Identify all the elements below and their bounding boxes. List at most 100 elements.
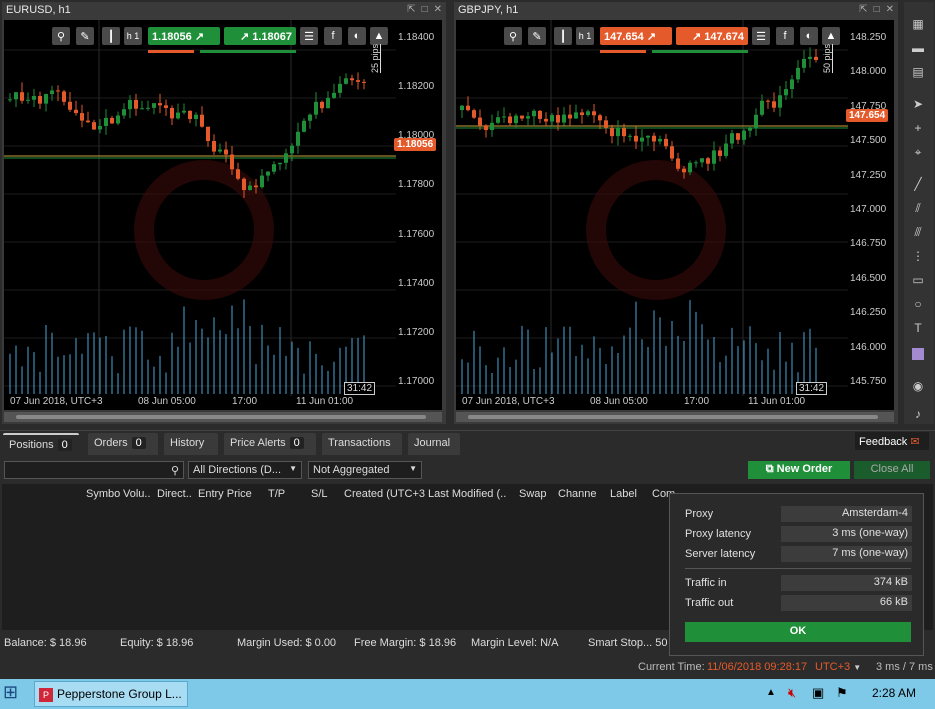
new-order-button[interactable]: ⧉ New Order bbox=[748, 461, 850, 479]
candlestick-chart[interactable] bbox=[456, 20, 848, 396]
column-header[interactable]: Volu.. bbox=[123, 488, 151, 500]
layout-grid-icon[interactable]: ▦ bbox=[908, 14, 928, 34]
layout-single-icon[interactable]: ▬ bbox=[908, 38, 928, 58]
time-axis-label: 11 Jun 01:00 bbox=[748, 396, 806, 407]
candlestick-type-icon[interactable]: ┃ bbox=[102, 27, 120, 45]
social-icon[interactable]: f bbox=[776, 27, 794, 45]
candle-body bbox=[98, 125, 102, 130]
tab-count: 0 bbox=[57, 439, 72, 451]
price-axis bbox=[396, 20, 442, 396]
chart-settings-icon[interactable]: ✎ bbox=[76, 27, 94, 45]
search-input[interactable]: ⚲ bbox=[4, 461, 184, 479]
candle-body bbox=[712, 150, 716, 164]
tray-expand-icon[interactable]: ▲ bbox=[766, 687, 776, 698]
candlestick-chart[interactable] bbox=[4, 20, 396, 396]
trendline-icon[interactable]: ╱ bbox=[908, 174, 928, 194]
aggregation-select[interactable]: Not Aggregated ▼ bbox=[308, 461, 422, 479]
levels-icon[interactable]: ⋮ bbox=[908, 246, 928, 266]
tab-transactions[interactable]: Transactions bbox=[322, 433, 402, 455]
tab-orders[interactable]: Orders 0 bbox=[88, 433, 158, 455]
channel-icon[interactable]: ⫻ bbox=[908, 222, 928, 242]
sell-price-button[interactable]: 1.18056 ↗ bbox=[148, 27, 220, 45]
candle-body bbox=[814, 56, 818, 60]
list-icon[interactable]: ☰ bbox=[300, 27, 318, 45]
text-icon[interactable]: T bbox=[908, 318, 928, 338]
zoom-icon[interactable]: ⚲ bbox=[504, 27, 522, 45]
column-header[interactable]: S/L bbox=[311, 488, 328, 500]
taskbar-app-button[interactable]: P Pepperstone Group L... bbox=[34, 681, 188, 707]
sell-price-button[interactable]: 147.654 ↗ bbox=[600, 27, 672, 45]
close-icon[interactable]: ✕ bbox=[434, 4, 442, 15]
chart-plot[interactable] bbox=[4, 20, 396, 396]
candle-body bbox=[62, 91, 66, 102]
chart-plot[interactable] bbox=[456, 20, 848, 396]
list-icon[interactable]: ☰ bbox=[752, 27, 770, 45]
detach-icon[interactable]: ⇱ bbox=[407, 4, 415, 15]
candlestick-type-icon[interactable]: ┃ bbox=[554, 27, 572, 45]
zoom-crosshair-icon[interactable]: ⌖ bbox=[908, 142, 928, 162]
feedback-button[interactable]: Feedback ✉ bbox=[855, 432, 929, 450]
alert-icon[interactable]: ▲ bbox=[822, 27, 840, 45]
column-header[interactable]: Swap bbox=[519, 488, 547, 500]
column-header[interactable]: T/P bbox=[268, 488, 285, 500]
ok-button[interactable]: OK bbox=[685, 622, 911, 642]
sentiment-icon[interactable]: ◐ bbox=[800, 27, 818, 45]
price-axis-label: 146.500 bbox=[850, 272, 887, 284]
proxy-latency-value: 3 ms (one-way) bbox=[781, 526, 912, 542]
buy-price-button[interactable]: ↗ 147.674 bbox=[676, 27, 748, 45]
circle-icon[interactable]: ○ bbox=[908, 294, 928, 314]
column-header[interactable]: Entry Price bbox=[198, 488, 252, 500]
candle-body bbox=[484, 125, 488, 131]
taskbar-clock[interactable]: 2:28 AM bbox=[872, 686, 916, 700]
candle-body bbox=[736, 133, 740, 140]
start-icon[interactable]: ⊞ bbox=[3, 682, 25, 706]
crosshair-icon[interactable]: + bbox=[908, 118, 928, 138]
column-header[interactable]: Channe bbox=[558, 488, 597, 500]
cursor-icon[interactable]: ➤ bbox=[908, 94, 928, 114]
social-icon[interactable]: f bbox=[324, 27, 342, 45]
zoom-icon[interactable]: ⚲ bbox=[52, 27, 70, 45]
alert-icon[interactable]: ▲ bbox=[370, 27, 388, 45]
column-header[interactable]: Symbo bbox=[86, 488, 120, 500]
rectangle-icon[interactable]: ▭ bbox=[908, 270, 928, 290]
maximize-icon[interactable]: □ bbox=[422, 4, 428, 15]
candle-body bbox=[556, 115, 560, 123]
margin-level-text: Margin Level: N/A bbox=[471, 637, 559, 649]
sentiment-icon[interactable]: ◐ bbox=[348, 27, 366, 45]
buy-price-button[interactable]: ↗ 1.18067 bbox=[224, 27, 296, 45]
direction-select[interactable]: All Directions (D... ▼ bbox=[188, 461, 302, 479]
candle-body bbox=[496, 117, 500, 123]
price-axis-label: 146.750 bbox=[850, 238, 887, 250]
detach-icon[interactable]: ⇱ bbox=[859, 4, 867, 15]
camera-icon[interactable]: ◉ bbox=[908, 376, 928, 396]
column-header[interactable]: Direct.. bbox=[157, 488, 192, 500]
bell-icon[interactable]: ♪ bbox=[908, 404, 928, 424]
tab-price-alerts[interactable]: Price Alerts 0 bbox=[224, 433, 316, 455]
timeframe-button[interactable]: h 1 bbox=[124, 27, 142, 45]
chart-settings-icon[interactable]: ✎ bbox=[528, 27, 546, 45]
timeframe-button[interactable]: h 1 bbox=[576, 27, 594, 45]
layout-split-icon[interactable]: ▤ bbox=[908, 62, 928, 82]
column-header[interactable]: Label bbox=[610, 488, 637, 500]
chart-title: GBPJPY, h1 bbox=[458, 4, 519, 16]
time-axis-label: 11 Jun 01:00 bbox=[296, 396, 354, 407]
column-header[interactable]: Last Modified (.. bbox=[428, 488, 506, 500]
volume-muted-icon[interactable]: 🔇︎ bbox=[788, 685, 796, 701]
scrollbar[interactable] bbox=[4, 412, 442, 422]
close-icon[interactable]: ✕ bbox=[886, 4, 894, 15]
maximize-icon[interactable]: □ bbox=[874, 4, 880, 15]
color-swatch-icon[interactable] bbox=[908, 346, 928, 366]
fibonacci-icon[interactable]: ⫽ bbox=[908, 198, 928, 218]
latency-text[interactable]: 3 ms / 7 ms bbox=[876, 661, 933, 673]
column-header[interactable]: Created (UTC+3 bbox=[344, 488, 425, 500]
timezone-select[interactable]: UTC+3 ▼ bbox=[815, 661, 861, 673]
tab-history[interactable]: History bbox=[164, 433, 218, 455]
candle-body bbox=[254, 185, 258, 188]
tab-positions[interactable]: Positions 0 bbox=[3, 433, 79, 455]
flag-icon[interactable]: ⚑ bbox=[836, 685, 848, 701]
tab-journal[interactable]: Journal bbox=[408, 433, 460, 455]
candle-body bbox=[44, 94, 48, 104]
scrollbar[interactable] bbox=[456, 412, 894, 422]
network-icon[interactable]: ▣ bbox=[812, 685, 824, 701]
close-all-button[interactable]: Close All bbox=[854, 461, 930, 479]
